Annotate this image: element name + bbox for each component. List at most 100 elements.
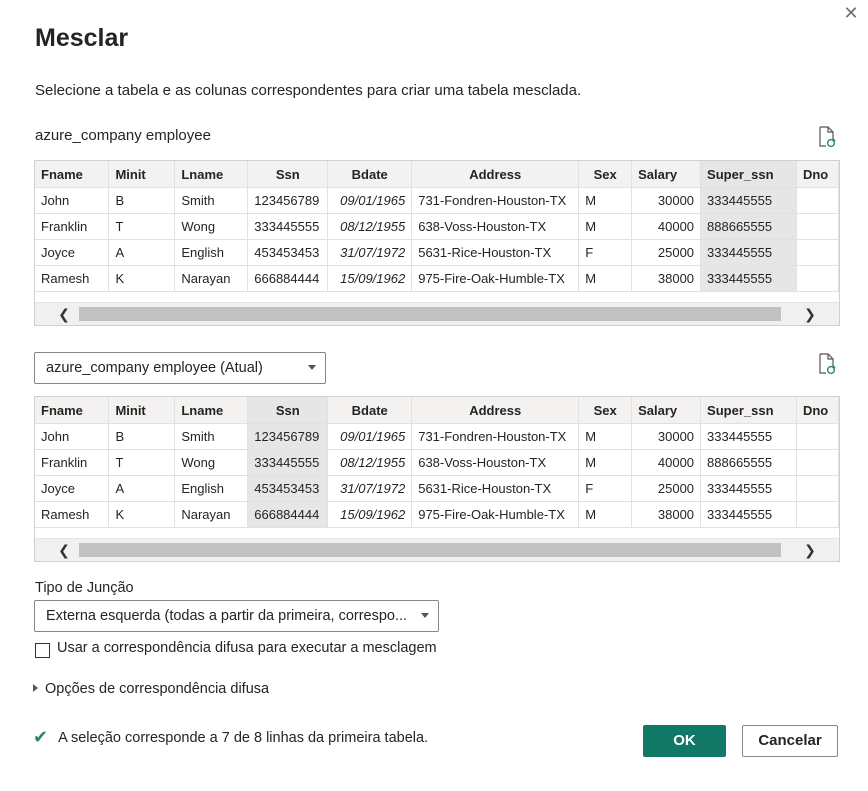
dialog-subtitle: Selecione a tabela e as colunas correspo…: [35, 82, 582, 99]
table-cell: 333445555: [700, 239, 797, 266]
column-header-address[interactable]: Address: [411, 397, 580, 424]
table-cell: 453453453: [247, 475, 329, 502]
table-cell: 888665555: [700, 213, 797, 240]
second-table-dropdown[interactable]: azure_company employee (Atual): [34, 352, 326, 384]
scroll-right-icon[interactable]: ❯: [795, 539, 825, 561]
column-header-ssn[interactable]: Ssn: [247, 397, 329, 424]
first-table-label: azure_company employee: [35, 127, 211, 144]
join-type-label: Tipo de Junção: [35, 580, 134, 596]
table-cell: 333445555: [700, 501, 797, 528]
chevron-right-icon: [33, 684, 38, 692]
column-header-super-ssn[interactable]: Super_ssn: [700, 161, 797, 188]
column-header-bdate[interactable]: Bdate: [327, 161, 413, 188]
close-icon[interactable]: ✕: [840, 2, 862, 24]
table-cell: 888665555: [700, 449, 797, 476]
table-cell: M: [578, 265, 633, 292]
table-cell: 31/07/1972: [327, 239, 413, 266]
table-cell: 975-Fire-Oak-Humble-TX: [411, 501, 580, 528]
table-cell: Ramesh: [35, 501, 110, 528]
table-cell: 638-Voss-Houston-TX: [411, 213, 580, 240]
fuzzy-match-label[interactable]: Usar a correspondência difusa para execu…: [57, 640, 437, 656]
column-header-lname[interactable]: Lname: [174, 161, 249, 188]
table-cell: 333445555: [700, 475, 797, 502]
ok-button[interactable]: OK: [643, 725, 726, 757]
table-cell: Wong: [174, 213, 249, 240]
table-row: Joyce A English 453453453 31/07/1972 5631-Ric…: [35, 475, 839, 502]
table-cell: 40000: [631, 449, 702, 476]
column-header-bdate[interactable]: Bdate: [327, 397, 413, 424]
column-header-salary[interactable]: Salary: [631, 161, 702, 188]
table-cell: M: [578, 449, 633, 476]
refresh-preview-icon-2[interactable]: [818, 353, 836, 375]
table-row: John B Smith 123456789 09/01/1965 731-Fondren…: [35, 423, 839, 450]
table-cell: 666884444: [247, 501, 329, 528]
join-type-dropdown[interactable]: Externa esquerda (todas a partir da prim…: [34, 600, 439, 632]
scroll-thumb[interactable]: [79, 543, 781, 557]
table-cell: F: [578, 475, 633, 502]
table-cell: M: [578, 501, 633, 528]
column-header-minit[interactable]: Minit: [108, 161, 176, 188]
column-header-fname[interactable]: Fname: [35, 397, 110, 424]
column-header-fname[interactable]: Fname: [35, 161, 110, 188]
column-header-sex[interactable]: Sex: [578, 161, 633, 188]
chevron-down-icon: [421, 613, 429, 618]
table-cell: 731-Fondren-Houston-TX: [411, 187, 580, 214]
column-header-salary[interactable]: Salary: [631, 397, 702, 424]
table-cell: [796, 423, 839, 450]
column-header-super-ssn[interactable]: Super_ssn: [700, 397, 797, 424]
table-cell: [796, 449, 839, 476]
table-cell: 25000: [631, 239, 702, 266]
table-cell: 31/07/1972: [327, 475, 413, 502]
column-header-dno[interactable]: Dno: [796, 397, 839, 424]
table-cell: 38000: [631, 501, 702, 528]
column-header-ssn[interactable]: Ssn: [247, 161, 329, 188]
column-header-minit[interactable]: Minit: [108, 397, 176, 424]
fuzzy-match-checkbox[interactable]: [35, 643, 50, 658]
table-cell: Smith: [174, 423, 249, 450]
table-cell: 08/12/1955: [327, 213, 413, 240]
table-cell: John: [35, 187, 110, 214]
table-row: Franklin T Wong 333445555 08/12/1955 638-Voss…: [35, 213, 839, 240]
column-header-dno[interactable]: Dno: [796, 161, 839, 188]
table-cell: 333445555: [247, 213, 329, 240]
table-cell: T: [108, 213, 176, 240]
table-cell: 453453453: [247, 239, 329, 266]
header-row: Fname Minit Lname Ssn Bdate Address Sex Salary S…: [35, 397, 839, 424]
table-cell: Smith: [174, 187, 249, 214]
first-table-scrollbar[interactable]: ❮ ❯: [35, 302, 839, 325]
table-cell: 638-Voss-Houston-TX: [411, 449, 580, 476]
table-row: Ramesh K Narayan 666884444 15/09/1962 975-Fir…: [35, 265, 839, 292]
table-cell: [796, 239, 839, 266]
table-cell: K: [108, 501, 176, 528]
table-cell: English: [174, 475, 249, 502]
table-cell: 731-Fondren-Houston-TX: [411, 423, 580, 450]
second-table-grid: Fname Minit Lname Ssn Bdate Address Sex Salary S…: [35, 397, 839, 528]
table-cell: English: [174, 239, 249, 266]
table-cell: [796, 501, 839, 528]
table-cell: 15/09/1962: [327, 501, 413, 528]
cancel-button[interactable]: Cancelar: [742, 725, 838, 757]
table-cell: Narayan: [174, 265, 249, 292]
column-header-sex[interactable]: Sex: [578, 397, 633, 424]
checkmark-icon: ✔: [33, 727, 49, 747]
table-cell: 5631-Rice-Houston-TX: [411, 475, 580, 502]
scroll-left-icon[interactable]: ❮: [49, 303, 79, 325]
column-header-lname[interactable]: Lname: [174, 397, 249, 424]
table-cell: Narayan: [174, 501, 249, 528]
table-cell: 30000: [631, 423, 702, 450]
table-cell: K: [108, 265, 176, 292]
refresh-preview-icon[interactable]: [818, 126, 836, 148]
table-cell: Ramesh: [35, 265, 110, 292]
column-header-address[interactable]: Address: [411, 161, 580, 188]
second-table-scrollbar[interactable]: ❮ ❯: [35, 538, 839, 561]
second-table-dropdown-value: azure_company employee (Atual): [46, 360, 263, 376]
scroll-thumb[interactable]: [79, 307, 781, 321]
table-cell: Franklin: [35, 213, 110, 240]
table-cell: 09/01/1965: [327, 187, 413, 214]
match-status-text: A seleção corresponde a 7 de 8 linhas da…: [58, 730, 429, 746]
fuzzy-options-toggle[interactable]: Opções de correspondência difusa: [33, 681, 269, 697]
scroll-left-icon[interactable]: ❮: [49, 539, 79, 561]
table-cell: 5631-Rice-Houston-TX: [411, 239, 580, 266]
scroll-right-icon[interactable]: ❯: [795, 303, 825, 325]
dialog-title: Mesclar: [35, 24, 129, 52]
